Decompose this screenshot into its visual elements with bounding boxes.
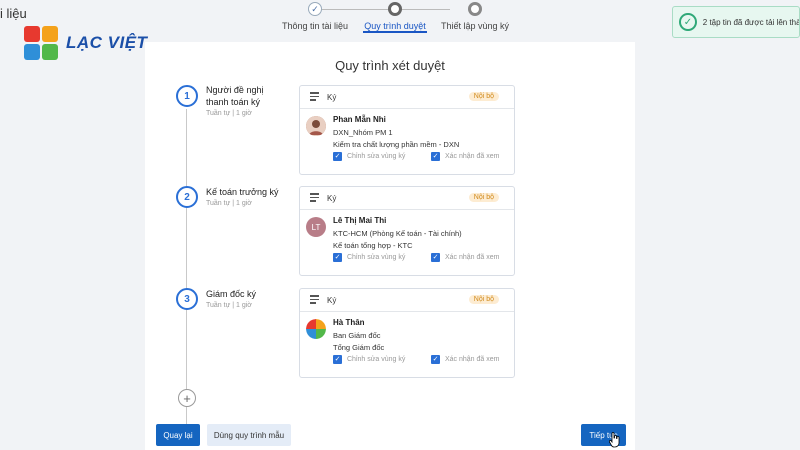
avatar (306, 116, 326, 136)
confirm-viewed-checkbox[interactable]: ✓ Xác nhận đã xem (431, 355, 499, 364)
checkbox-label: Xác nhận đã xem (445, 153, 500, 160)
step-name[interactable]: Giám đốc ký (206, 288, 286, 300)
card-header: Ký Nội bộ (300, 187, 514, 210)
approver-department: Ban Giám đốc (333, 331, 381, 340)
approver-position: Tổng Giám đốc (333, 343, 385, 352)
stepper-step-signature-area[interactable]: Thiết lập vùng ký (430, 2, 520, 31)
approver-card[interactable]: Ký Nội bộ Phan Mẫn Nhi DXN_Nhóm PM 1 Kiể… (299, 85, 515, 175)
edit-signature-area-checkbox[interactable]: ✓ Chỉnh sửa vùng ký (333, 152, 405, 161)
checkbox-checked-icon: ✓ (333, 152, 342, 161)
edit-signature-area-checkbox[interactable]: ✓ Chỉnh sửa vùng ký (333, 253, 405, 262)
approver-name: Hà Thân (333, 318, 365, 327)
approver-position: Kiểm tra chất lượng phần mềm - DXN (333, 140, 460, 149)
add-step-button[interactable]: + (178, 389, 196, 407)
step-name[interactable]: Kế toán trưởng ký (206, 186, 286, 198)
checkbox-checked-icon: ✓ (333, 355, 342, 364)
brand-name: LẠC VIỆT (66, 33, 148, 52)
success-check-icon: ✓ (679, 13, 697, 31)
progress-stepper: ✓ Thông tin tài liệu Quy trình duyệt Thi… (270, 0, 540, 34)
use-template-button[interactable]: Dùng quy trình mẫu (207, 424, 291, 446)
approval-workflow-panel: Quy trình xét duyệt 1 Người đề nghị than… (145, 42, 635, 450)
checkbox-label: Chỉnh sửa vùng ký (347, 153, 406, 160)
step-mode: Tuần tự | 1 giờ (206, 302, 252, 309)
edit-signature-area-checkbox[interactable]: ✓ Chỉnh sửa vùng ký (333, 355, 405, 364)
stepper-step-label: Thiết lập vùng ký (440, 21, 510, 31)
approver-name: Phan Mẫn Nhi (333, 115, 386, 124)
checkbox-label: Chỉnh sửa vùng ký (347, 254, 406, 261)
approver-name: Lê Thị Mai Thi (333, 216, 387, 225)
workflow-title: Quy trình xét duyệt (335, 58, 445, 73)
stepper-step-label: Thông tin tài liệu (281, 21, 349, 31)
step-name[interactable]: Người đề nghị thanh toán ký (206, 84, 286, 108)
step-mode: Tuần tự | 1 giờ (206, 200, 252, 207)
stepper-step-label: Quy trình duyệt (364, 21, 426, 31)
upload-success-toast: ✓ 2 tập tin đã được tải lên thà (672, 6, 800, 38)
step-number-badge: 1 (176, 85, 198, 107)
stepper-step-document-info[interactable]: ✓ Thông tin tài liệu (270, 2, 360, 31)
step-mode: Tuần tự | 1 giờ (206, 110, 252, 117)
approver-card[interactable]: Ký Nội bộ Hà Thân Ban Giám đốc Tổng Giám… (299, 288, 515, 378)
document-list-icon (310, 295, 319, 305)
confirm-viewed-checkbox[interactable]: ✓ Xác nhận đã xem (431, 253, 499, 262)
action-type: Ký (327, 194, 337, 203)
document-list-icon (310, 193, 319, 203)
action-type: Ký (327, 93, 337, 102)
internal-badge: Nội bộ (468, 193, 499, 202)
step-number-badge: 2 (176, 186, 198, 208)
approver-department: KTC-HCM (Phòng Kế toán - Tài chính) (333, 229, 462, 238)
action-type: Ký (327, 296, 337, 305)
checkbox-label: Xác nhận đã xem (445, 356, 500, 363)
checkbox-label: Xác nhận đã xem (445, 254, 500, 261)
step-number-badge: 3 (176, 288, 198, 310)
approver-position: Kế toán tổng hợp - KTC (333, 241, 413, 250)
current-step-icon (388, 2, 402, 16)
plus-icon: + (183, 390, 191, 406)
checkbox-checked-icon: ✓ (431, 355, 440, 364)
page-title-fragment: i liệu (0, 6, 27, 21)
card-header: Ký Nội bộ (300, 86, 514, 109)
checkbox-checked-icon: ✓ (333, 253, 342, 262)
checkbox-label: Chỉnh sửa vùng ký (347, 356, 406, 363)
pending-step-icon (468, 2, 482, 16)
internal-badge: Nội bộ (468, 295, 499, 304)
brand-logo[interactable]: LẠC VIỆT (22, 24, 147, 62)
back-button[interactable]: Quay lại (156, 424, 200, 446)
check-icon: ✓ (308, 2, 322, 16)
approver-department: DXN_Nhóm PM 1 (333, 128, 393, 137)
active-step-underline (363, 31, 427, 33)
internal-badge: Nội bộ (468, 92, 499, 101)
confirm-viewed-checkbox[interactable]: ✓ Xác nhận đã xem (431, 152, 499, 161)
document-list-icon (310, 92, 319, 102)
checkbox-checked-icon: ✓ (431, 152, 440, 161)
card-header: Ký Nội bộ (300, 289, 514, 312)
stepper-step-approval-flow[interactable]: Quy trình duyệt (350, 2, 440, 31)
hand-cursor-icon (609, 432, 620, 448)
logo-mark-icon (22, 24, 60, 62)
checkbox-checked-icon: ✓ (431, 253, 440, 262)
approver-card[interactable]: Ký Nội bộ LT Lê Thị Mai Thi KTC-HCM (Phò… (299, 186, 515, 276)
company-logo-avatar (306, 319, 326, 339)
toast-message: 2 tập tin đã được tải lên thà (702, 17, 799, 27)
avatar-initials: LT (306, 217, 326, 237)
